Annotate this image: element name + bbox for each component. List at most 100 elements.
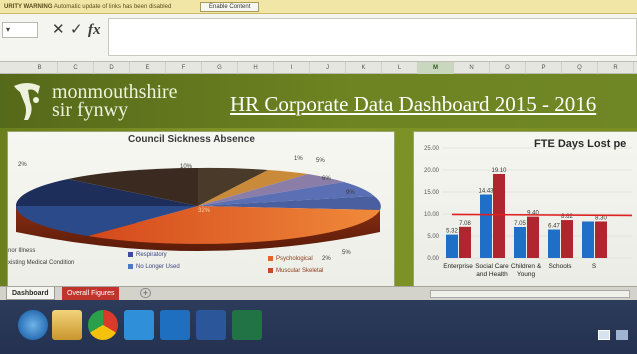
data-label: 5.32: [446, 229, 458, 235]
x-tick-label: S: [592, 263, 597, 270]
pie-slice-label: 10%: [180, 164, 193, 170]
cancel-icon[interactable]: ✕: [52, 20, 65, 40]
column-header-m[interactable]: M: [418, 62, 454, 74]
pie-slice-label: 2%: [322, 256, 331, 262]
dashboard-area: monmouthshire sir fynwy HR Corporate Dat…: [0, 74, 637, 286]
sickness-absence-chart[interactable]: Council Sickness Absence 2% 10% 1% 5% 6%…: [8, 132, 394, 286]
data-label: 7.08: [459, 221, 471, 227]
legend-item-muscular-skeletal: Muscular Skeletal: [268, 268, 323, 274]
formula-input[interactable]: [108, 18, 637, 56]
column-header-e[interactable]: E: [130, 62, 166, 74]
data-label: 9.40: [527, 211, 539, 217]
formula-bar: ▾ ✕ ✓ fx: [0, 14, 637, 62]
page-layout-view-icon[interactable]: [616, 330, 628, 340]
pie-slice-label: 5%: [316, 158, 325, 164]
pie-slice-label: 32%: [198, 208, 211, 214]
legend-item-no-longer-used: No Longer Used: [128, 264, 180, 270]
bar: [582, 221, 594, 258]
bar: [493, 173, 505, 258]
x-tick-label: Enterprise: [443, 263, 473, 270]
data-label: 6.47: [548, 224, 560, 230]
explorer-icon[interactable]: [52, 310, 82, 340]
column-header-n[interactable]: N: [454, 62, 490, 74]
skype-icon[interactable]: [124, 310, 154, 340]
pie-slice-label: 9%: [346, 190, 355, 196]
column-header-r[interactable]: R: [598, 62, 634, 74]
insert-function-icon[interactable]: fx: [88, 20, 101, 40]
column-header-c[interactable]: C: [58, 62, 94, 74]
y-tick-label: 0.00: [427, 256, 439, 262]
column-header-j[interactable]: J: [310, 62, 346, 74]
bar: [446, 234, 458, 258]
x-tick-label: Children &: [511, 263, 542, 270]
y-tick-label: 10.00: [424, 212, 440, 218]
column-header-f[interactable]: F: [166, 62, 202, 74]
name-box[interactable]: ▾: [2, 22, 38, 38]
data-label: 19.10: [491, 168, 507, 174]
column-header-i[interactable]: I: [274, 62, 310, 74]
data-label: 8.30: [595, 215, 607, 221]
y-tick-label: 25.00: [424, 146, 440, 152]
sheet-tab-bar: Dashboard Overall Figures +: [0, 286, 637, 300]
column-header-g[interactable]: G: [202, 62, 238, 74]
column-header-q[interactable]: Q: [562, 62, 598, 74]
org-name-welsh: sir fynwy: [52, 99, 129, 121]
security-warning-message: Automatic update of links has been disab…: [53, 4, 172, 10]
horizontal-scrollbar[interactable]: [430, 290, 630, 298]
word-icon[interactable]: [196, 310, 226, 340]
enable-content-button[interactable]: Enable Content: [200, 2, 260, 12]
y-tick-label: 5.00: [427, 234, 439, 240]
data-label: 14.43: [478, 189, 494, 195]
legend-item-psychological: Psychological: [268, 256, 313, 262]
dashboard-title: HR Corporate Data Dashboard 2015 - 2016: [230, 92, 597, 116]
x-tick-label: Schools: [548, 263, 572, 270]
column-header-p[interactable]: P: [526, 62, 562, 74]
enter-icon[interactable]: ✓: [70, 20, 83, 40]
outlook-icon[interactable]: [160, 310, 190, 340]
column-header-b[interactable]: B: [22, 62, 58, 74]
column-header-o[interactable]: O: [490, 62, 526, 74]
normal-view-icon[interactable]: [598, 330, 610, 340]
dragon-logo-icon: [14, 83, 40, 120]
bar: [459, 226, 471, 258]
sheet-tab-dashboard[interactable]: Dashboard: [6, 287, 55, 300]
excel-icon[interactable]: [232, 310, 262, 340]
fte-days-lost-chart[interactable]: FTE Days Lost pe 0.00 5.00 10.00 15.00 20.00…: [414, 132, 637, 286]
side-label-2: xisting Medical Condition: [8, 260, 75, 266]
data-label: 7.05: [514, 221, 526, 227]
legend-item-respiratory: Respiratory: [128, 252, 167, 258]
security-warning-bar: URITY WARNING Automatic update of links …: [0, 0, 637, 14]
pie-slice-label: 5%: [342, 250, 351, 256]
add-sheet-button[interactable]: +: [140, 288, 151, 298]
pie-chart-title: Council Sickness Absence: [128, 134, 255, 145]
column-header-l[interactable]: L: [382, 62, 418, 74]
bar-plot: 0.00 5.00 10.00 15.00 20.00 25.00 5.327.08 Ente…: [424, 146, 633, 278]
dashboard-banner: monmouthshire sir fynwy HR Corporate Dat…: [0, 74, 637, 128]
excel-window: URITY WARNING Automatic update of links …: [0, 0, 637, 354]
column-header-d[interactable]: D: [94, 62, 130, 74]
x-tick-label-line2: Young: [517, 271, 536, 278]
pie-plot: [15, 167, 381, 251]
sheet-tab-overall-figures[interactable]: Overall Figures: [62, 287, 120, 300]
pie-slice-label: 1%: [294, 156, 303, 162]
x-tick-label-line2: and Health: [476, 271, 508, 278]
column-header-h[interactable]: H: [238, 62, 274, 74]
column-header-k[interactable]: K: [346, 62, 382, 74]
y-tick-label: 15.00: [424, 190, 440, 196]
average-reference-line: [451, 213, 633, 217]
bar: [514, 226, 526, 258]
bar: [548, 229, 560, 258]
side-label-1: nor Illness: [8, 248, 36, 254]
pie-slice-label: 2%: [18, 162, 27, 168]
bar: [595, 221, 607, 258]
windows-taskbar: [0, 300, 637, 354]
ie-icon[interactable]: [18, 310, 48, 340]
x-tick-label: Social Care: [475, 263, 509, 270]
bar: [527, 216, 539, 258]
security-warning-label: URITY WARNING: [4, 4, 53, 10]
column-headers: BCDEFGHIJKLMNOPQR: [0, 62, 637, 74]
chrome-icon[interactable]: [88, 310, 118, 340]
pie-slice-label: 6%: [322, 176, 331, 182]
bar: [561, 220, 573, 258]
y-tick-label: 20.00: [424, 168, 440, 174]
